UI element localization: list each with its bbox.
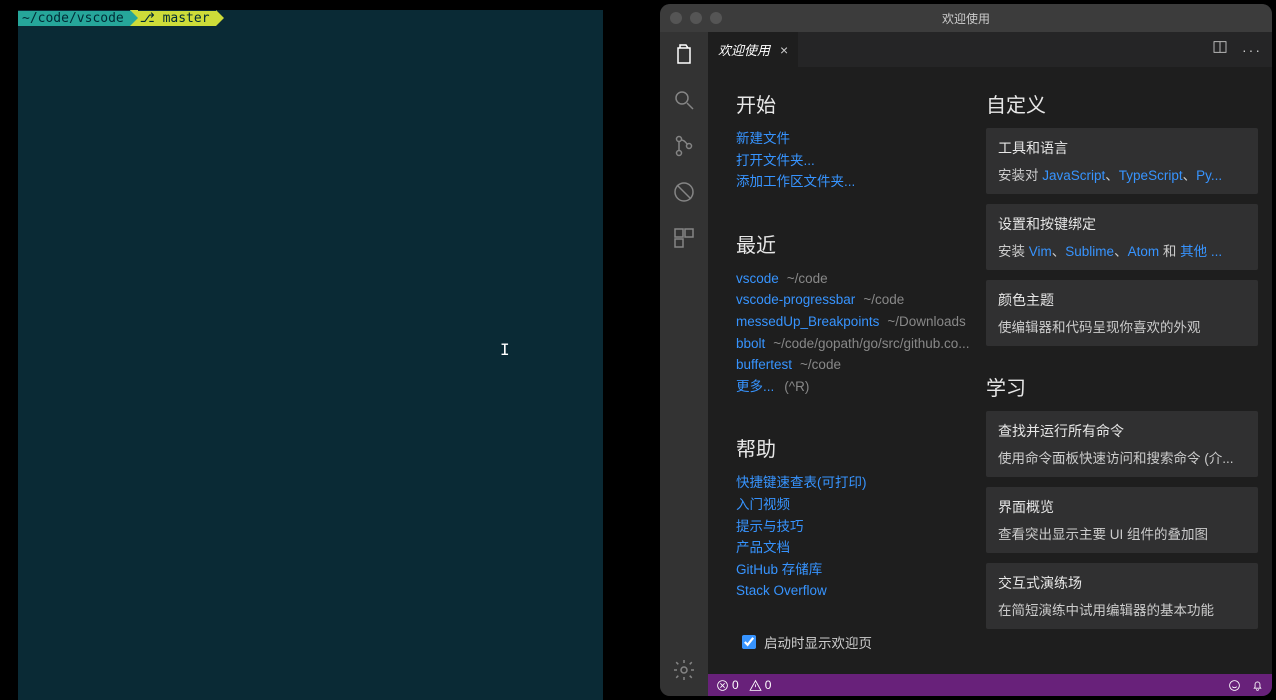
text-cursor-icon: I — [500, 340, 510, 359]
add-workspace-link[interactable]: 添加工作区文件夹... — [736, 174, 855, 189]
titlebar[interactable]: 欢迎使用 — [660, 4, 1272, 32]
recent-more-hint: (^R) — [784, 379, 809, 394]
help-tips-link[interactable]: 提示与技巧 — [736, 519, 804, 534]
split-editor-icon[interactable] — [1212, 39, 1228, 60]
help-intro-videos-link[interactable]: 入门视频 — [736, 497, 790, 512]
start-heading: 开始 — [736, 89, 986, 118]
error-icon — [716, 679, 729, 692]
terminal-prompt: ~/code/vscode ⎇ master — [18, 10, 603, 26]
help-stackoverflow-link[interactable]: Stack Overflow — [736, 583, 827, 598]
explorer-icon[interactable] — [670, 40, 698, 68]
card-theme[interactable]: 颜色主题 使编辑器和代码呈现你喜欢的外观 — [986, 280, 1258, 346]
traffic-zoom-icon[interactable] — [710, 12, 722, 24]
card-body: 查看突出显示主要 UI 组件的叠加图 — [998, 523, 1246, 543]
help-github-link[interactable]: GitHub 存储库 — [736, 562, 822, 577]
warning-icon — [749, 679, 762, 692]
recent-item[interactable]: bbolt~/code/gopath/go/src/github.co... — [736, 333, 986, 355]
help-docs-link[interactable]: 产品文档 — [736, 540, 790, 555]
settings-gear-icon[interactable] — [670, 656, 698, 684]
status-bar: 0 0 — [708, 674, 1272, 696]
card-body: 安装对 JavaScript、TypeScript、Py... — [998, 164, 1246, 184]
prompt-cwd: ~/code/vscode — [18, 11, 130, 26]
tab-bar: 欢迎使用 × ··· — [708, 32, 1272, 67]
card-body: 使编辑器和代码呈现你喜欢的外观 — [998, 316, 1246, 336]
activity-bar — [660, 32, 708, 696]
vscode-window: 欢迎使用 欢迎使用 × · — [660, 4, 1272, 696]
window-gap — [603, 0, 660, 700]
window-title: 欢迎使用 — [942, 10, 990, 27]
card-title: 设置和按键绑定 — [998, 214, 1246, 234]
search-icon[interactable] — [670, 86, 698, 114]
status-bell-icon[interactable] — [1251, 679, 1264, 692]
source-control-icon[interactable] — [670, 132, 698, 160]
card-title: 交互式演练场 — [998, 573, 1246, 593]
show-on-startup-label: 启动时显示欢迎页 — [764, 632, 872, 652]
recent-item[interactable]: vscode~/code — [736, 268, 986, 290]
prompt-branch: ⎇ master — [138, 11, 216, 26]
recent-item[interactable]: vscode-progressbar~/code — [736, 289, 986, 311]
recent-more-link[interactable]: 更多... — [736, 379, 774, 394]
card-tools[interactable]: 工具和语言 安装对 JavaScript、TypeScript、Py... — [986, 128, 1258, 194]
help-cheatsheet-link[interactable]: 快捷键速查表(可打印) — [736, 475, 867, 490]
card-body: 在简短演练中试用编辑器的基本功能 — [998, 599, 1246, 619]
learn-heading: 学习 — [986, 372, 1258, 401]
card-title: 颜色主题 — [998, 290, 1246, 310]
help-heading: 帮助 — [736, 433, 986, 462]
customize-heading: 自定义 — [986, 89, 1258, 118]
show-on-startup-toggle[interactable]: 启动时显示欢迎页 — [742, 632, 872, 652]
tab-close-icon[interactable]: × — [780, 42, 788, 58]
extensions-icon[interactable] — [670, 224, 698, 252]
debug-icon[interactable] — [670, 178, 698, 206]
card-title: 界面概览 — [998, 497, 1246, 517]
new-file-link[interactable]: 新建文件 — [736, 131, 790, 146]
status-errors[interactable]: 0 — [716, 678, 739, 692]
card-title: 工具和语言 — [998, 138, 1246, 158]
terminal-pane[interactable]: ~/code/vscode ⎇ master I — [0, 0, 603, 700]
prompt-separator-icon — [130, 10, 138, 26]
welcome-page: 开始 新建文件 打开文件夹... 添加工作区文件夹... 最近 vscode~/… — [708, 67, 1272, 674]
more-actions-icon[interactable]: ··· — [1242, 42, 1262, 58]
card-title: 查找并运行所有命令 — [998, 421, 1246, 441]
traffic-minimize-icon[interactable] — [690, 12, 702, 24]
card-overview[interactable]: 界面概览 查看突出显示主要 UI 组件的叠加图 — [986, 487, 1258, 553]
status-warnings[interactable]: 0 — [749, 678, 772, 692]
tab-welcome[interactable]: 欢迎使用 × — [708, 32, 798, 67]
open-folder-link[interactable]: 打开文件夹... — [736, 153, 815, 168]
show-on-startup-checkbox[interactable] — [742, 635, 756, 649]
status-feedback-icon[interactable] — [1228, 679, 1241, 692]
card-commands[interactable]: 查找并运行所有命令 使用命令面板快速访问和搜索命令 (介... — [986, 411, 1258, 477]
recent-item[interactable]: messedUp_Breakpoints~/Downloads — [736, 311, 986, 333]
card-body: 安装 Vim、Sublime、Atom 和 其他 ... — [998, 240, 1246, 260]
recent-heading: 最近 — [736, 229, 986, 258]
card-keymaps[interactable]: 设置和按键绑定 安装 Vim、Sublime、Atom 和 其他 ... — [986, 204, 1258, 270]
tab-label: 欢迎使用 — [718, 40, 770, 59]
prompt-separator-icon — [216, 10, 224, 26]
traffic-close-icon[interactable] — [670, 12, 682, 24]
card-body: 使用命令面板快速访问和搜索命令 (介... — [998, 447, 1246, 467]
card-playground[interactable]: 交互式演练场 在简短演练中试用编辑器的基本功能 — [986, 563, 1258, 629]
recent-item[interactable]: buffertest~/code — [736, 354, 986, 376]
